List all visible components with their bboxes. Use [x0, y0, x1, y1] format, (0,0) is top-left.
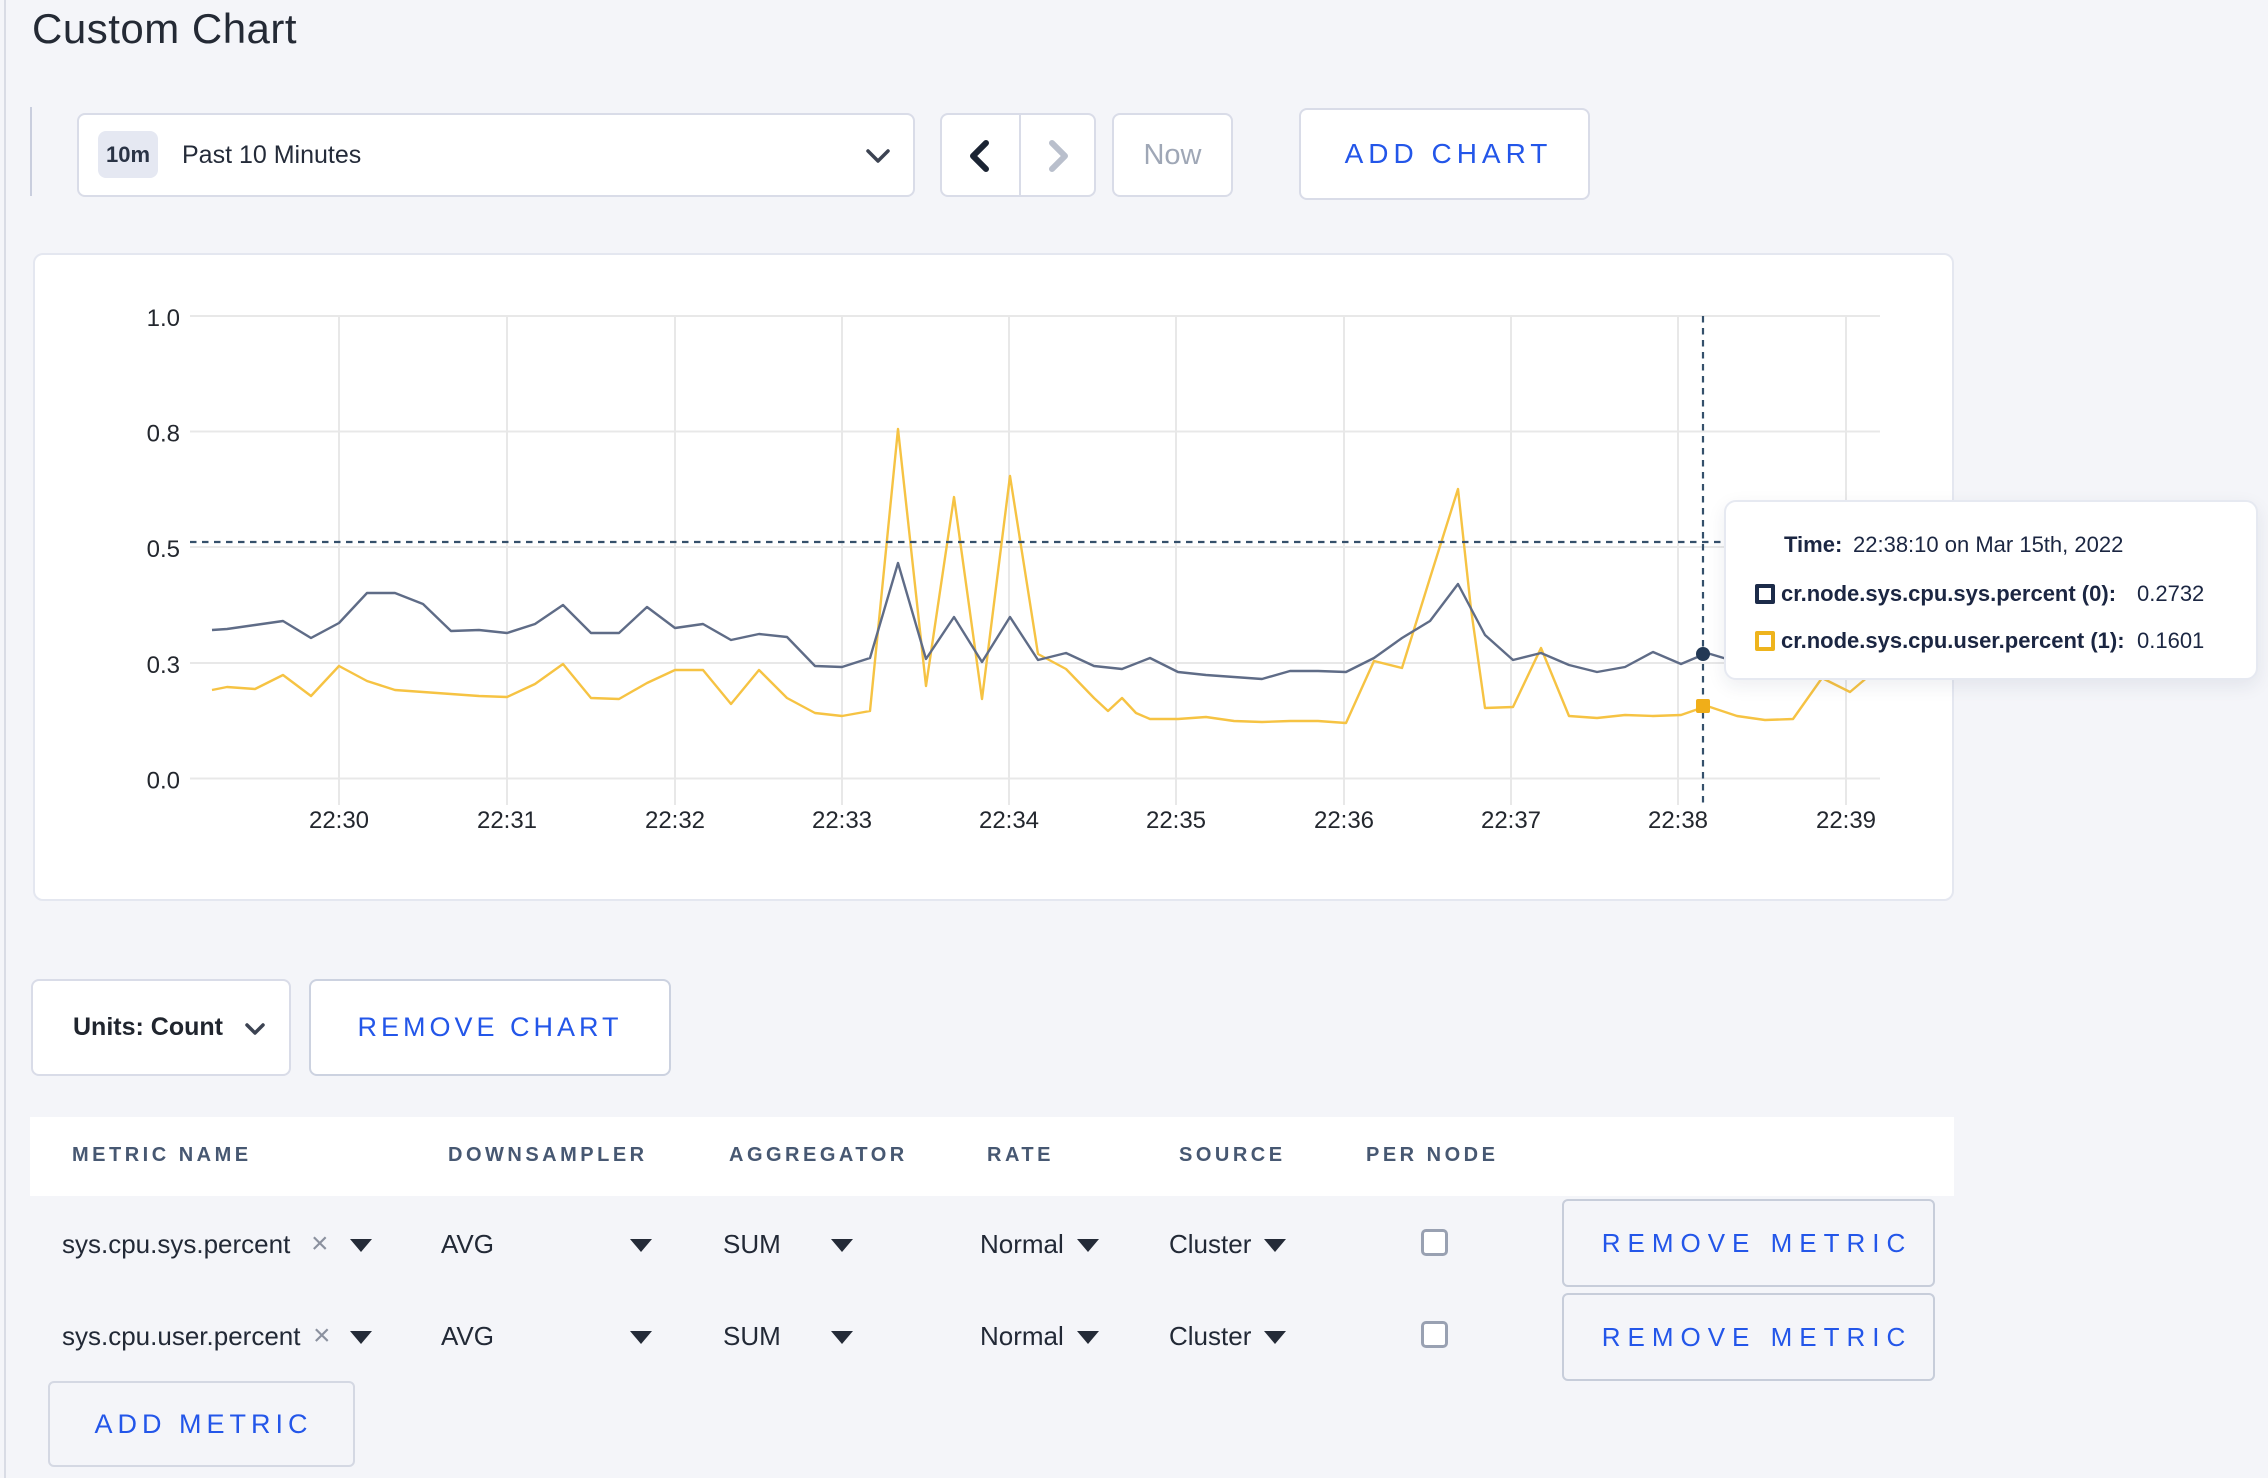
svg-text:22:32: 22:32: [645, 807, 705, 834]
svg-text:22:39: 22:39: [1816, 807, 1876, 834]
svg-text:22:34: 22:34: [979, 807, 1039, 834]
svg-text:0.0: 0.0: [147, 768, 180, 795]
svg-text:22:31: 22:31: [477, 807, 537, 834]
svg-text:22:38: 22:38: [1648, 807, 1708, 834]
svg-text:22:33: 22:33: [812, 807, 872, 834]
svg-text:22:37: 22:37: [1481, 807, 1541, 834]
svg-text:1.0: 1.0: [147, 305, 180, 332]
svg-text:0.3: 0.3: [147, 652, 180, 679]
svg-text:22:36: 22:36: [1314, 807, 1374, 834]
svg-text:0.5: 0.5: [147, 536, 180, 563]
svg-text:0.8: 0.8: [147, 421, 180, 448]
svg-text:22:35: 22:35: [1146, 807, 1206, 834]
svg-text:22:30: 22:30: [309, 807, 369, 834]
